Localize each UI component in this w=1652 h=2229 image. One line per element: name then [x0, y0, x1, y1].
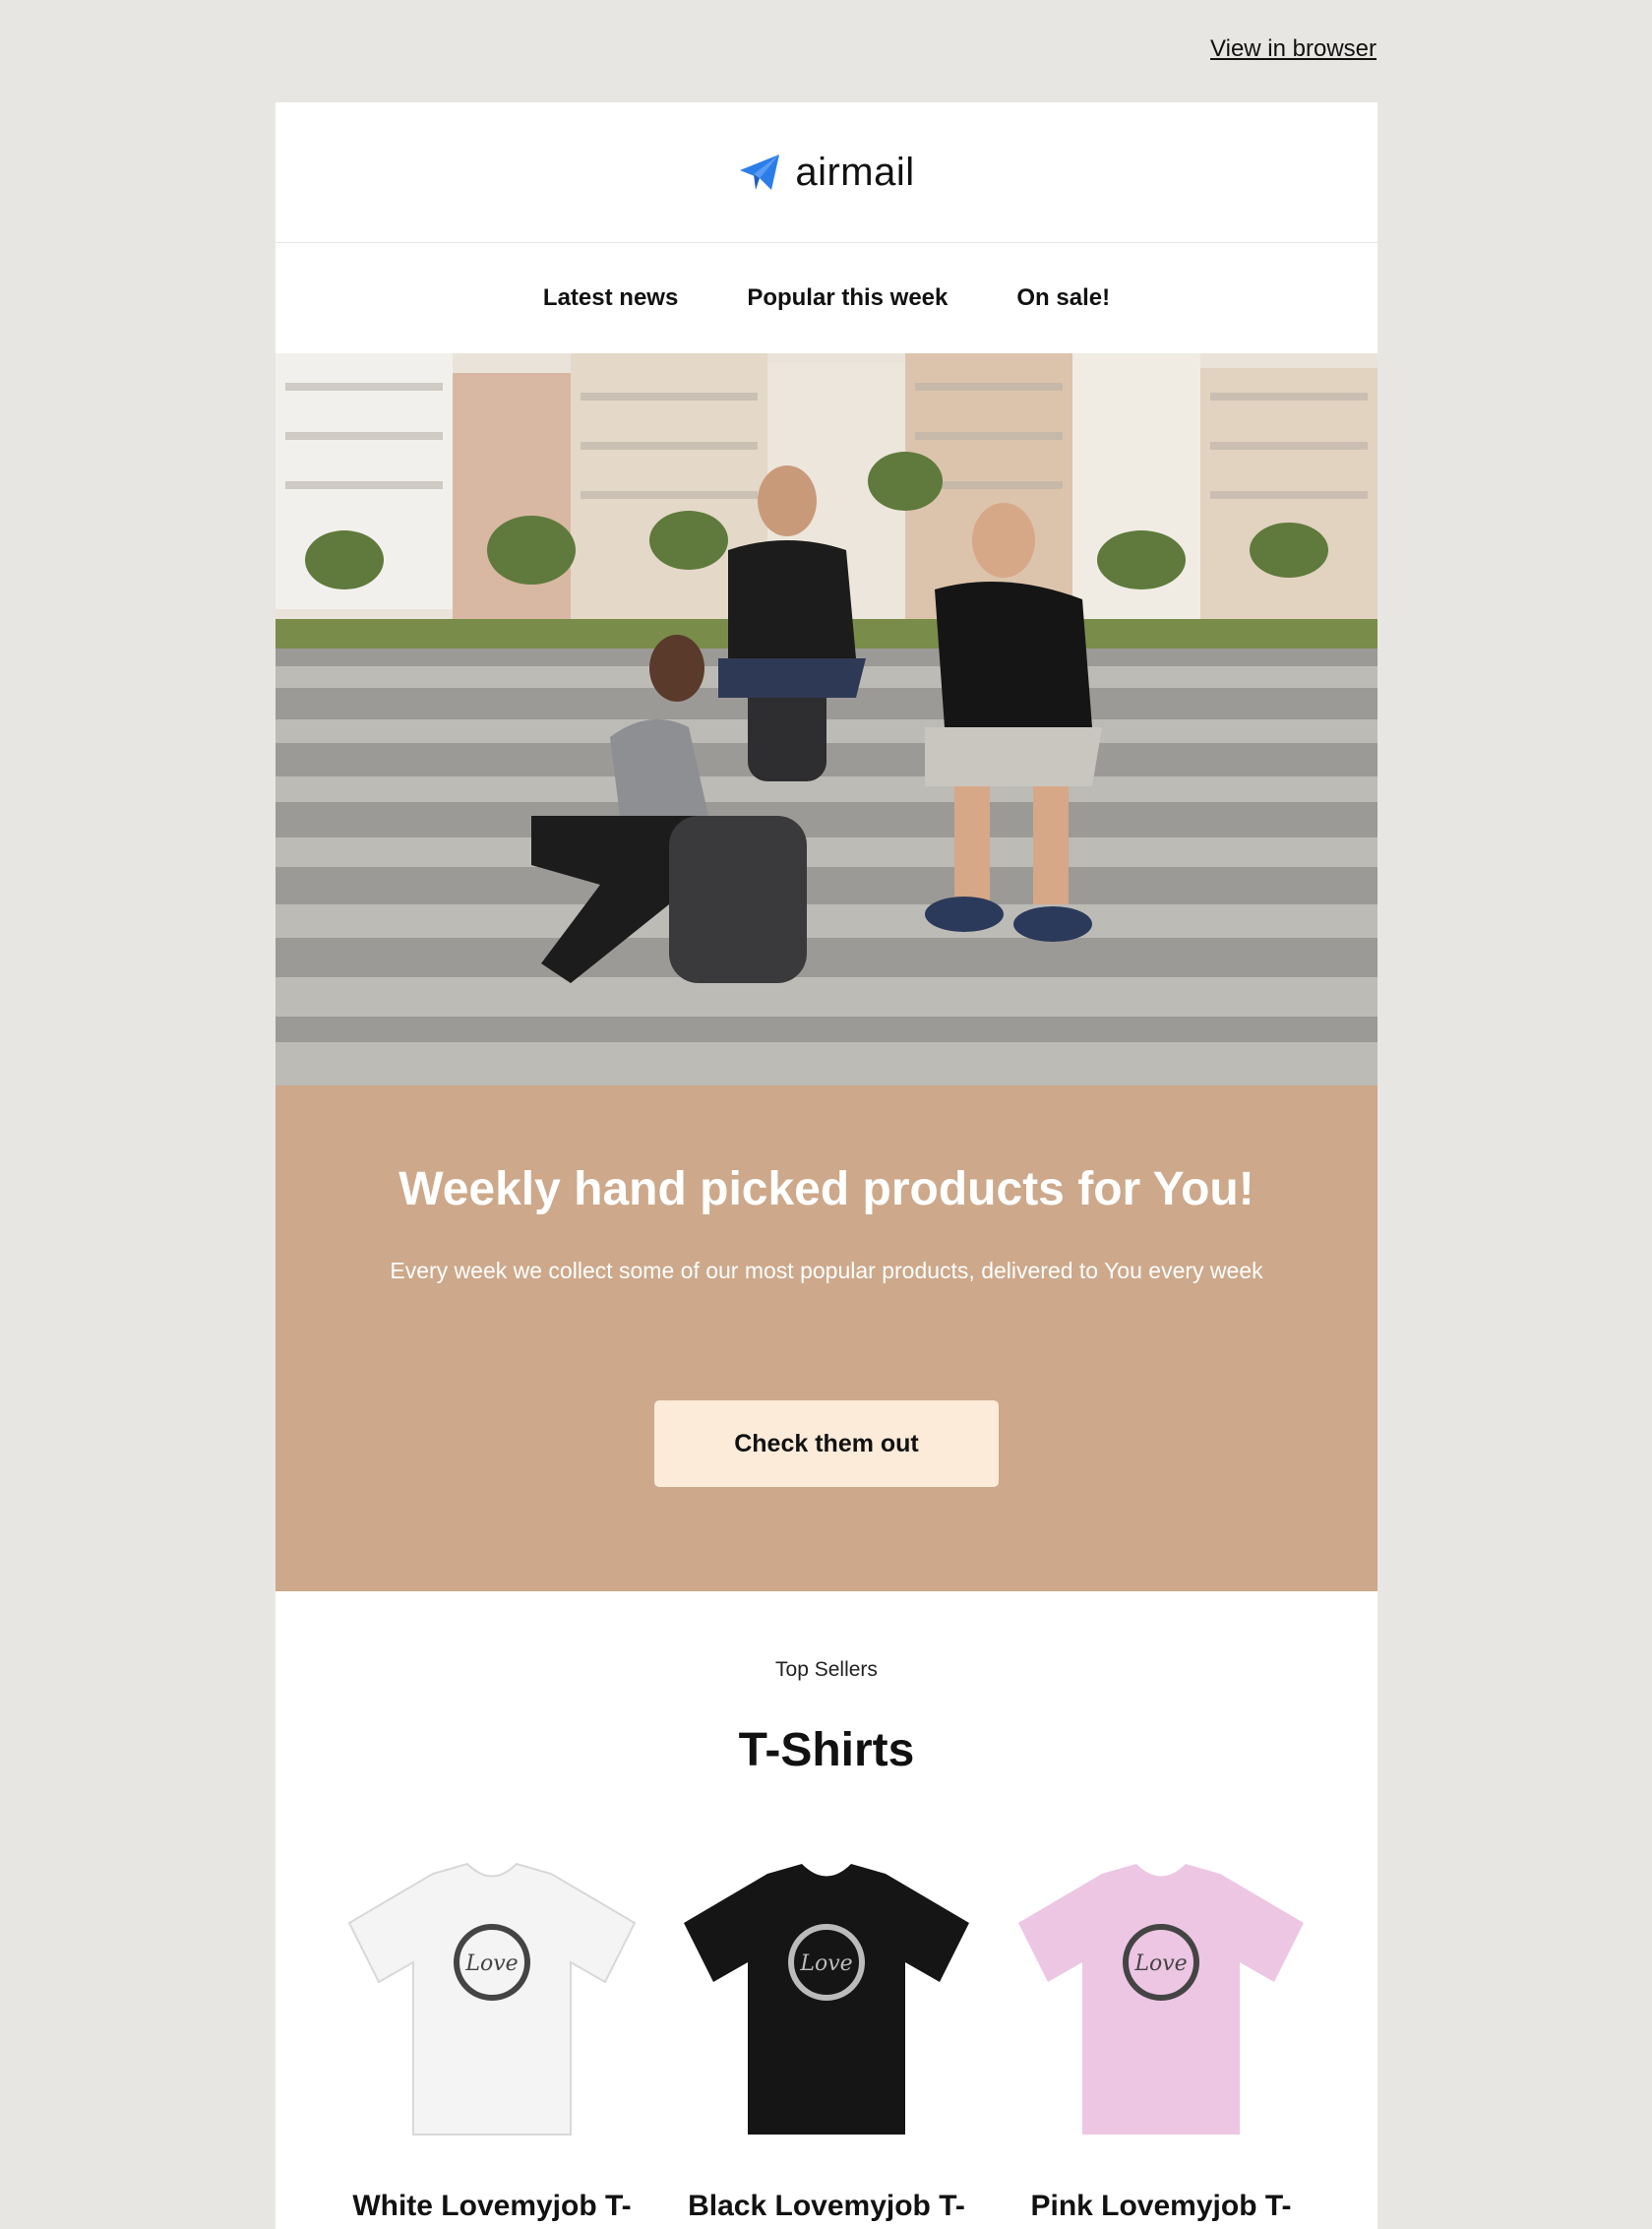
email-card: airmail Latest news Popular this week On… — [275, 102, 1377, 2229]
svg-text:Love: Love — [1133, 1951, 1187, 1976]
view-in-browser-link[interactable]: View in browser — [1210, 35, 1377, 63]
product-title[interactable]: Pink Lovemyjob T- — [1004, 2190, 1318, 2223]
hero-photo — [275, 353, 1377, 1085]
section-title: T-Shirts — [738, 1724, 915, 1776]
nav-item-popular[interactable]: Popular this week — [747, 284, 948, 312]
product-card-black[interactable]: Love Black Lovemyjob T- — [669, 1854, 984, 2223]
email-header: airmail — [275, 102, 1377, 243]
hero-image — [275, 353, 1377, 1085]
paper-plane-icon — [740, 155, 780, 190]
nav-bar: Latest news Popular this week On sale! — [275, 243, 1377, 353]
banner-title: Weekly hand picked products for You! — [398, 1163, 1254, 1215]
nav-item-on-sale[interactable]: On sale! — [1016, 284, 1110, 312]
top-sellers-section: Top Sellers T-Shirts Love White Lovemyjo… — [275, 1591, 1377, 2223]
promo-banner: Weekly hand picked products for You! Eve… — [275, 1085, 1377, 1591]
pink-tshirt-image: Love — [1018, 1864, 1304, 2135]
check-them-out-button[interactable]: Check them out — [654, 1400, 999, 1487]
top-bar: View in browser — [0, 0, 1652, 102]
product-card-pink[interactable]: Love Pink Lovemyjob T- — [1004, 1854, 1318, 2223]
logo-text: airmail — [795, 150, 915, 194]
black-tshirt-image: Love — [684, 1864, 969, 2135]
nav-item-latest-news[interactable]: Latest news — [543, 284, 678, 312]
svg-text:Love: Love — [464, 1951, 518, 1976]
section-eyebrow: Top Sellers — [775, 1658, 878, 1681]
banner-subtitle: Every week we collect some of our most p… — [390, 1258, 1263, 1283]
product-title[interactable]: White Lovemyjob T- — [335, 2190, 649, 2223]
svg-text:Love: Love — [799, 1951, 852, 1976]
white-tshirt-image: Love — [347, 1862, 637, 2136]
product-card-white[interactable]: Love White Lovemyjob T- — [335, 1854, 649, 2223]
product-list: Love White Lovemyjob T- Love Black Lovem… — [275, 1777, 1377, 2223]
product-title[interactable]: Black Lovemyjob T- — [669, 2190, 984, 2223]
